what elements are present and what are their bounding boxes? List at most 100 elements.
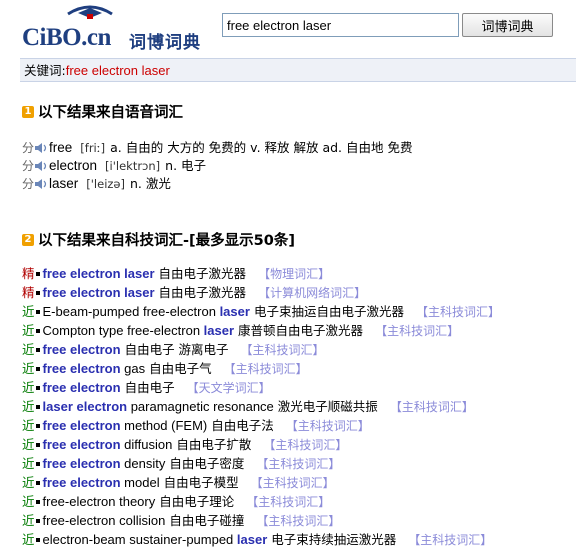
match-tag: 近 (22, 380, 35, 395)
source-link[interactable]: 【主科技词汇】 (375, 324, 459, 338)
source-link[interactable]: 【物理词汇】 (258, 267, 330, 281)
term-link[interactable]: E-beam-pumped free-electron laser (43, 304, 250, 319)
bullet-icon (35, 366, 40, 371)
term-link[interactable]: electron-beam sustainer-pumped laser (43, 532, 268, 547)
term-link[interactable]: free electron diffusion (43, 437, 173, 452)
match-tag: 精 (22, 266, 35, 281)
phonetic-text: [i'lektrɔn] (105, 159, 161, 173)
bullet-icon (35, 347, 40, 352)
tech-entry-row: 精 free electron laser 自由电子激光器 【计算机网络词汇】 (22, 283, 366, 302)
match-tag: 近 (22, 456, 35, 471)
match-tag: 近 (22, 304, 35, 319)
row-prefix: 分 (22, 141, 35, 155)
term-translation: 自由电子模型 (163, 475, 239, 490)
tech-entry-row: 近 free electron 自由电子 【天文学词汇】 (22, 378, 271, 397)
definition-text: a. 自由的 大方的 免费的 v. 释放 解放 ad. 自由地 免费 (110, 140, 413, 155)
source-link[interactable]: 【主科技词汇】 (246, 495, 330, 509)
term-link[interactable]: free electron method (FEM) (43, 418, 208, 433)
speaker-icon[interactable] (34, 178, 48, 190)
tech-entry-row: 精 free electron laser 自由电子激光器 【物理词汇】 (22, 264, 330, 283)
source-link[interactable]: 【主科技词汇】 (263, 438, 347, 452)
term-translation: 自由电子 游离电子 (124, 342, 229, 357)
term-link[interactable]: free-electron collision (43, 513, 166, 528)
phonetic-text: ['leizə] (86, 177, 125, 191)
bullet-icon (35, 461, 40, 466)
tech-entry-row: 近 free electron diffusion 自由电子扩散 【主科技词汇】 (22, 435, 347, 454)
pronunciation-word[interactable]: free (49, 139, 72, 157)
pronunciation-word[interactable]: electron (49, 157, 97, 175)
match-tag: 近 (22, 361, 35, 376)
tech-entry-row: 近 free electron 自由电子 游离电子 【主科技词汇】 (22, 340, 325, 359)
term-link[interactable]: free electron density (43, 456, 166, 471)
speaker-icon[interactable] (34, 160, 48, 172)
tech-entry-row: 近 electron-beam sustainer-pumped laser 电子束… (22, 530, 492, 549)
term-link[interactable]: free electron model (43, 475, 160, 490)
term-translation: 自由电子碰撞 (169, 513, 245, 528)
term-link[interactable]: free-electron theory (43, 494, 156, 509)
match-tag: 近 (22, 323, 35, 338)
term-link[interactable]: laser electron paramagnetic resonance (43, 399, 274, 414)
match-tag: 近 (22, 494, 35, 509)
source-link[interactable]: 【主科技词汇】 (251, 476, 335, 490)
term-link[interactable]: free electron laser (43, 285, 155, 300)
definition-text: n. 激光 (130, 176, 171, 191)
tech-entry-row: 近 free-electron collision 自由电子碰撞 【主科技词汇】 (22, 511, 340, 530)
term-link[interactable]: free electron (43, 380, 121, 395)
match-tag: 近 (22, 342, 35, 357)
section-number-badge: 1 (22, 105, 34, 118)
section-heading-pronunciation: 1 以下结果来自语音词汇 (22, 101, 183, 122)
speaker-icon[interactable] (34, 142, 48, 154)
term-link[interactable]: Compton type free-electron laser (43, 323, 235, 338)
term-translation: 自由电子扩散 (176, 437, 252, 452)
bullet-icon (35, 328, 40, 333)
pronunciation-word[interactable]: laser (49, 175, 78, 193)
source-link[interactable]: 【主科技词汇】 (256, 457, 340, 471)
term-link[interactable]: free electron laser (43, 266, 155, 281)
pronunciation-row-free: 分 free [friː] a. 自由的 大方的 免费的 v. 释放 解放 ad… (22, 139, 412, 157)
source-link[interactable]: 【计算机网络词汇】 (258, 286, 366, 300)
match-tag: 近 (22, 513, 35, 528)
bullet-icon (35, 537, 40, 542)
keyword-label: 关键词: (24, 63, 66, 78)
keyword-value: free electron laser (65, 63, 170, 78)
term-link[interactable]: free electron gas (43, 361, 146, 376)
bullet-icon (35, 404, 40, 409)
graduation-cap-icon (67, 5, 113, 19)
source-link[interactable]: 【主科技词汇】 (390, 400, 474, 414)
match-tag: 近 (22, 532, 35, 547)
source-link[interactable]: 【天文学词汇】 (187, 381, 271, 395)
bullet-icon (35, 309, 40, 314)
term-translation: 自由电子理论 (159, 494, 235, 509)
source-link[interactable]: 【主科技词汇】 (241, 343, 325, 357)
search-button[interactable]: 词博词典 (462, 13, 553, 37)
term-translation: 自由电子密度 (169, 456, 245, 471)
term-translation: 自由电子激光器 (158, 285, 247, 300)
source-link[interactable]: 【主科技词汇】 (286, 419, 370, 433)
tech-entry-row: 近 Compton type free-electron laser 康普顿自由电子… (22, 321, 459, 340)
row-prefix: 分 (22, 159, 35, 173)
source-link[interactable]: 【主科技词汇】 (224, 362, 308, 376)
source-link[interactable]: 【主科技词汇】 (256, 514, 340, 528)
term-translation: 电子束持续抽运激光器 (271, 532, 397, 547)
phonetic-text: [friː] (80, 141, 106, 155)
section-title: 以下结果来自语音词汇 (38, 105, 183, 121)
bullet-icon (35, 499, 40, 504)
logo-text: CiBO.cn (22, 24, 111, 51)
source-link[interactable]: 【主科技词汇】 (416, 305, 500, 319)
tech-entry-row: 近 free electron model 自由电子模型 【主科技词汇】 (22, 473, 335, 492)
bullet-icon (35, 385, 40, 390)
source-link[interactable]: 【主科技词汇】 (408, 533, 492, 547)
row-prefix: 分 (22, 177, 35, 191)
term-translation: 自由电子法 (211, 418, 274, 433)
term-link[interactable]: free electron (43, 342, 121, 357)
bullet-icon (35, 423, 40, 428)
bullet-icon (35, 518, 40, 523)
pronunciation-row-electron: 分 electron [i'lektrɔn] n. 电子 (22, 157, 206, 175)
section-title: 以下结果来自科技词汇-[最多显示50条] (38, 233, 295, 249)
match-tag: 近 (22, 399, 35, 414)
match-tag: 精 (22, 285, 35, 300)
search-input[interactable] (222, 13, 459, 37)
site-logo[interactable]: CiBO.cn 词博词典 (22, 4, 212, 53)
pronunciation-row-laser: 分 laser ['leizə] n. 激光 (22, 175, 171, 193)
bullet-icon (35, 480, 40, 485)
